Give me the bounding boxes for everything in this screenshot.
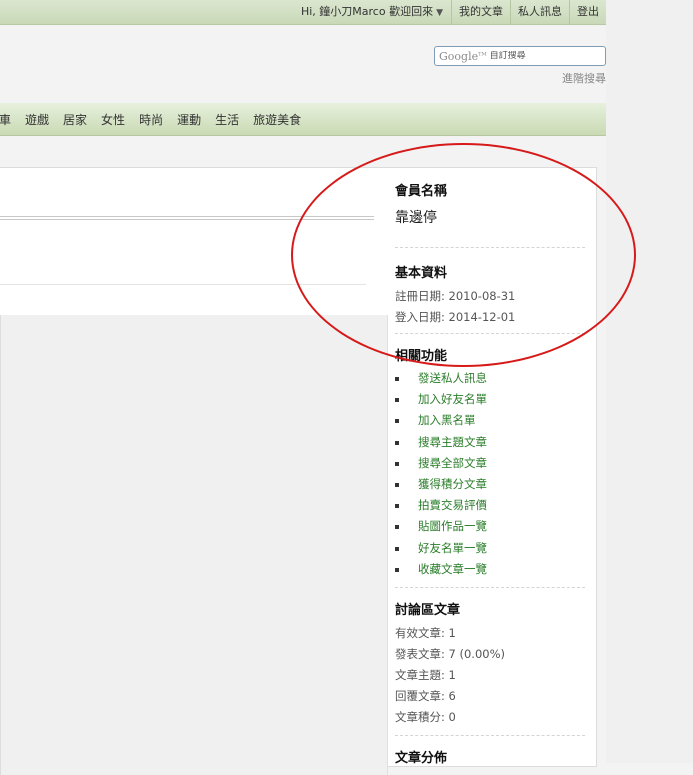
divider-thin (0, 284, 366, 285)
topic-count: 文章主題: 1 (395, 668, 456, 682)
nav-item-travel-food[interactable]: 旅遊美食 (248, 111, 306, 128)
nav-item-sports[interactable]: 運動 (172, 111, 206, 128)
post-points: 文章積分: 0 (395, 710, 456, 724)
search-input[interactable] (489, 51, 586, 61)
basic-info-section: 基本資料 註冊日期: 2010-08-31 登入日期: 2014-12-01 (395, 262, 515, 328)
google-logo: GoogleTM (439, 49, 487, 63)
content-area (0, 315, 388, 775)
register-date: 註冊日期: 2010-08-31 (395, 289, 516, 303)
distribution-heading: 文章分佈 (395, 751, 448, 766)
send-private-message-link[interactable]: 發送私人訊息 (395, 368, 487, 389)
add-blacklist-link[interactable]: 加入黑名單 (395, 410, 487, 431)
nav-item-life[interactable]: 生活 (210, 111, 244, 128)
functions-heading: 相關功能 (395, 349, 448, 364)
valid-posts: 有效文章: 1 (395, 626, 456, 640)
image-gallery-link[interactable]: 貼圖作品一覽 (395, 516, 487, 537)
basic-info-heading: 基本資料 (395, 266, 448, 281)
reply-count: 回覆文章: 6 (395, 689, 456, 703)
caret-down-icon: ▼ (436, 8, 443, 18)
private-messages-link[interactable]: 私人訊息 (510, 0, 569, 24)
nav-item-women[interactable]: 女性 (96, 111, 130, 128)
search-all-posts-link[interactable]: 搜尋全部文章 (395, 453, 487, 474)
divider-double (0, 216, 374, 220)
points-posts-link[interactable]: 獲得積分文章 (395, 474, 487, 495)
functions-section: 相關功能 發送私人訊息 加入好友名單 加入黑名單 搜尋主題文章 搜尋全部文章 獲… (395, 345, 487, 580)
logout-link[interactable]: 登出 (569, 0, 606, 24)
my-posts-link[interactable]: 我的文章 (451, 0, 510, 24)
auction-ratings-link[interactable]: 拍賣交易評價 (395, 495, 487, 516)
profile-sidebar: 會員名稱 靠邊停 基本資料 註冊日期: 2010-08-31 登入日期: 201… (395, 167, 585, 766)
add-friend-link[interactable]: 加入好友名單 (395, 389, 487, 410)
search-topics-link[interactable]: 搜尋主題文章 (395, 432, 487, 453)
advanced-search-link[interactable]: 進階搜尋 (562, 70, 606, 86)
main-panel (0, 167, 597, 775)
nav-item-games[interactable]: 遊戲 (20, 111, 54, 128)
nav-item-car[interactable]: 車 (0, 111, 16, 128)
forum-posts-section: 討論區文章 有效文章: 1 發表文章: 7 (0.00%) 文章主題: 1 回覆… (395, 599, 505, 728)
page-right-margin (606, 0, 693, 763)
nav-item-home[interactable]: 居家 (58, 111, 92, 128)
search-box: GoogleTM (434, 46, 606, 66)
user-greeting: Hi, 鐘小刀Marco 歡迎回來 (300, 5, 434, 18)
favorites-link[interactable]: 收藏文章一覽 (395, 559, 487, 580)
friend-list-link[interactable]: 好友名單一覽 (395, 538, 487, 559)
user-topbar: Hi, 鐘小刀Marco 歡迎回來 ▼ 我的文章 私人訊息 登出 (0, 0, 606, 25)
forum-posts-heading: 討論區文章 (395, 603, 461, 618)
category-nav: 車 遊戲 居家 女性 時尚 運動 生活 旅遊美食 (0, 103, 606, 136)
member-name: 靠邊停 (395, 210, 437, 226)
functions-list: 發送私人訊息 加入好友名單 加入黑名單 搜尋主題文章 搜尋全部文章 獲得積分文章… (395, 368, 487, 580)
user-greeting-menu[interactable]: Hi, 鐘小刀Marco 歡迎回來 ▼ (294, 0, 451, 24)
login-date: 登入日期: 2014-12-01 (395, 310, 516, 324)
member-name-heading: 會員名稱 (395, 184, 448, 199)
distribution-section: 文章分佈 (395, 747, 447, 766)
published-posts: 發表文章: 7 (0.00%) (395, 647, 506, 661)
nav-item-fashion[interactable]: 時尚 (134, 111, 168, 128)
